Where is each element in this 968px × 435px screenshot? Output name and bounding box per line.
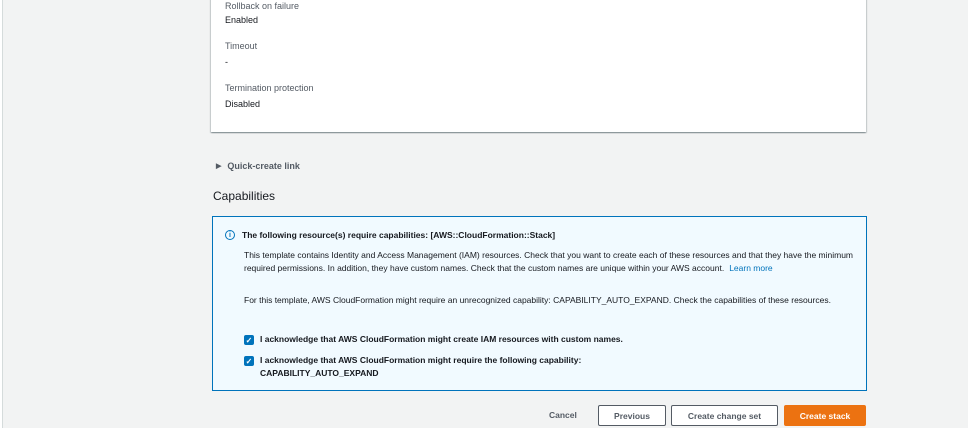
rollback-label: Rollback on failure <box>225 1 300 11</box>
checkmark-icon: ✓ <box>244 356 254 366</box>
checkmark-icon: ✓ <box>244 335 254 345</box>
stack-options-card: Rollback on failure Enabled Timeout - Te… <box>211 0 866 132</box>
create-stack-button[interactable]: Create stack <box>784 405 866 426</box>
quick-create-label: Quick-create link <box>227 161 300 171</box>
previous-button[interactable]: Previous <box>598 405 666 426</box>
capabilities-heading: Capabilities <box>213 189 276 203</box>
ack2-text: I acknowledge that AWS CloudFormation mi… <box>260 355 582 365</box>
ack-auto-expand-label: I acknowledge that AWS CloudFormation mi… <box>260 354 581 380</box>
page-background: Rollback on failure Enabled Timeout - Te… <box>2 0 968 428</box>
timeout-label: Timeout <box>225 41 258 51</box>
ack-iam-label: I acknowledge that AWS CloudFormation mi… <box>260 334 623 344</box>
rollback-value: Enabled <box>225 15 259 25</box>
alert-title: The following resource(s) require capabi… <box>242 230 556 240</box>
iam-paragraph: This template contains Identity and Acce… <box>244 249 859 275</box>
capabilities-alert: i The following resource(s) require capab… <box>212 216 867 391</box>
timeout-value: - <box>225 57 228 67</box>
caret-right-icon: ▶ <box>216 163 222 170</box>
info-icon: i <box>225 230 235 240</box>
termination-label: Termination protection <box>225 83 314 93</box>
termination-value: Disabled <box>225 99 261 109</box>
ack-auto-expand-checkbox[interactable]: ✓ I acknowledge that AWS CloudFormation m… <box>244 354 581 380</box>
create-change-set-button[interactable]: Create change set <box>671 405 778 426</box>
learn-more-link[interactable]: Learn more <box>729 263 772 273</box>
auto-expand-paragraph: For this template, AWS CloudFormation mi… <box>244 295 831 305</box>
ack-iam-checkbox[interactable]: ✓ I acknowledge that AWS CloudFormation m… <box>244 333 623 346</box>
ack2-capability: CAPABILITY_AUTO_EXPAND <box>260 368 379 378</box>
quick-create-link-toggle[interactable]: ▶ Quick-create link <box>216 161 300 171</box>
cancel-button[interactable]: Cancel <box>549 410 577 420</box>
